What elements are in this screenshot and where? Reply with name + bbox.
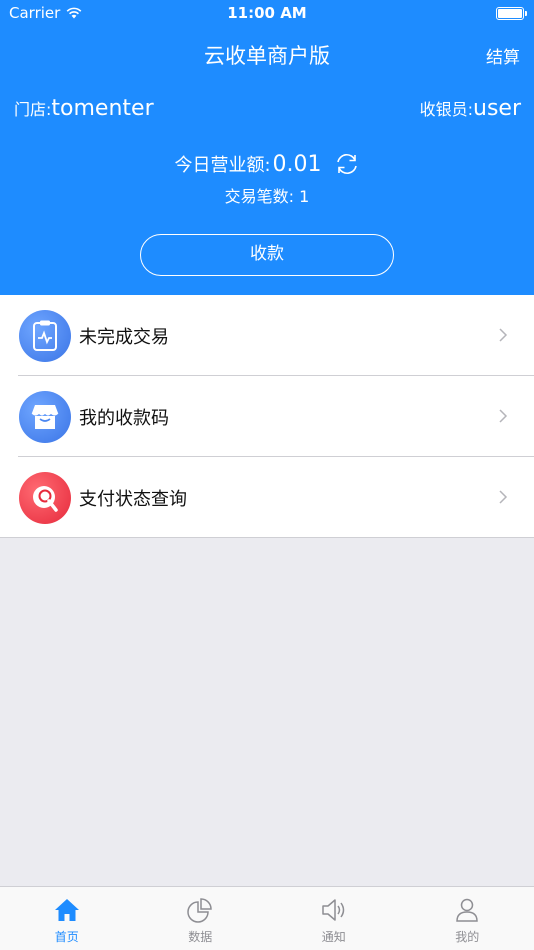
tab-label: 通知: [321, 930, 346, 944]
header: Carrier 11:00 AM 云收单商户版 结算 门店: tomenter …: [0, 0, 534, 295]
collect-payment-button[interactable]: 收款: [140, 234, 394, 276]
pie-chart-icon: [187, 898, 213, 923]
count-label: 交易笔数:: [224, 187, 295, 206]
settle-button[interactable]: 结算: [486, 43, 520, 68]
cashier-value: user: [473, 96, 521, 121]
tab-label: 数据: [188, 930, 213, 944]
divider: [0, 537, 534, 538]
menu-item-payment-status[interactable]: 支付状态查询: [0, 457, 534, 538]
revenue-label: 今日营业额:: [174, 155, 271, 176]
cashier-label: 收银员:: [419, 100, 473, 119]
cashier-info: 收银员: user: [420, 96, 521, 121]
status-bar: Carrier 11:00 AM: [0, 0, 534, 28]
tab-bar: 首页 数据 通知 我的: [0, 886, 534, 950]
search-q-icon: [19, 471, 71, 524]
chevron-right-icon: [499, 490, 508, 504]
tab-data[interactable]: 数据: [134, 887, 268, 950]
refresh-icon[interactable]: [334, 151, 360, 177]
menu-list: 未完成交易 我的收款码 支付状态查询: [0, 295, 534, 538]
menu-item-label: 未完成交易: [79, 326, 169, 348]
menu-item-pending-transactions[interactable]: 未完成交易: [0, 295, 534, 376]
tab-label: 我的: [455, 930, 480, 944]
store-value: tomenter: [51, 96, 154, 121]
battery-icon: [496, 7, 527, 20]
transaction-count: 交易笔数: 1: [0, 183, 534, 207]
count-value: 1: [299, 187, 310, 206]
home-icon: [54, 899, 79, 921]
chevron-right-icon: [499, 409, 508, 423]
store-info: 门店: tomenter: [14, 96, 154, 121]
clock: 11:00 AM: [227, 4, 307, 22]
menu-item-payment-code[interactable]: 我的收款码: [0, 376, 534, 457]
revenue-value: 0.01: [272, 151, 322, 177]
person-icon: [456, 898, 479, 922]
revenue-row: 今日营业额: 0.01: [0, 151, 534, 177]
menu-item-label: 我的收款码: [79, 407, 169, 429]
store-icon: [19, 390, 71, 443]
tab-label: 首页: [54, 930, 79, 944]
page-title: 云收单商户版: [204, 44, 330, 68]
tab-notifications[interactable]: 通知: [267, 887, 401, 950]
chevron-right-icon: [499, 328, 508, 342]
tab-profile[interactable]: 我的: [401, 887, 534, 950]
clipboard-pulse-icon: [19, 309, 71, 362]
menu-item-label: 支付状态查询: [79, 488, 187, 510]
store-label: 门店:: [14, 100, 52, 119]
tab-home[interactable]: 首页: [0, 887, 134, 950]
speaker-icon: [322, 899, 344, 921]
